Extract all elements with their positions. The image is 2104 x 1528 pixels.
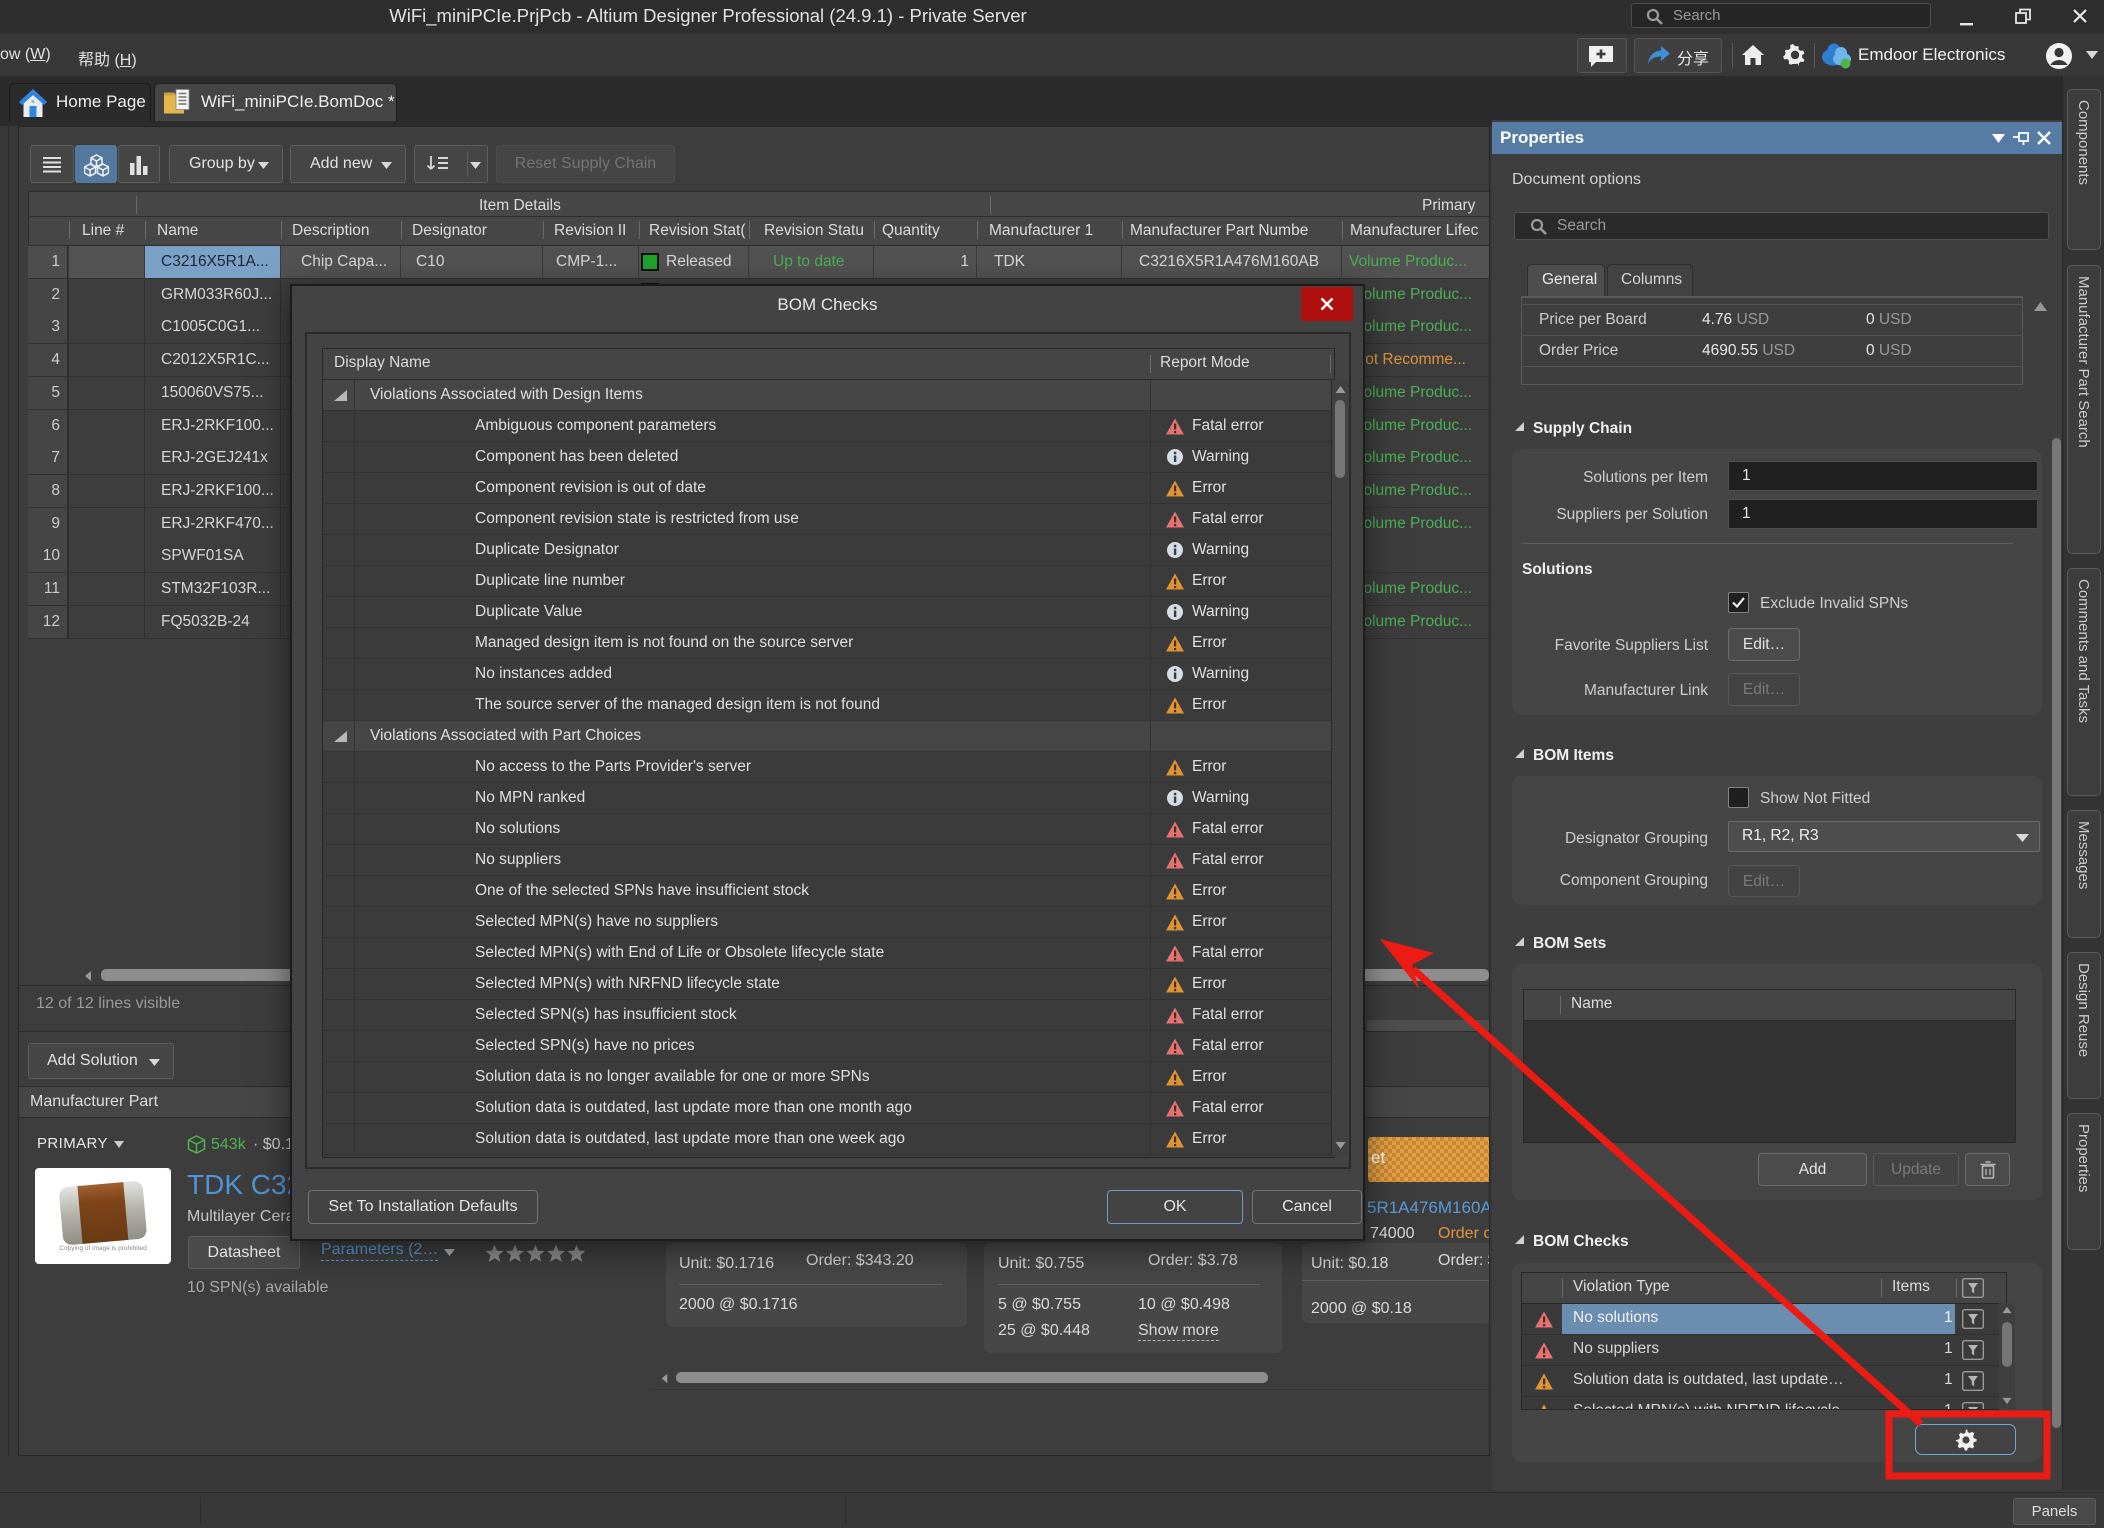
svg-text:Copying of image is prohibited: Copying of image is prohibited bbox=[59, 1245, 147, 1252]
